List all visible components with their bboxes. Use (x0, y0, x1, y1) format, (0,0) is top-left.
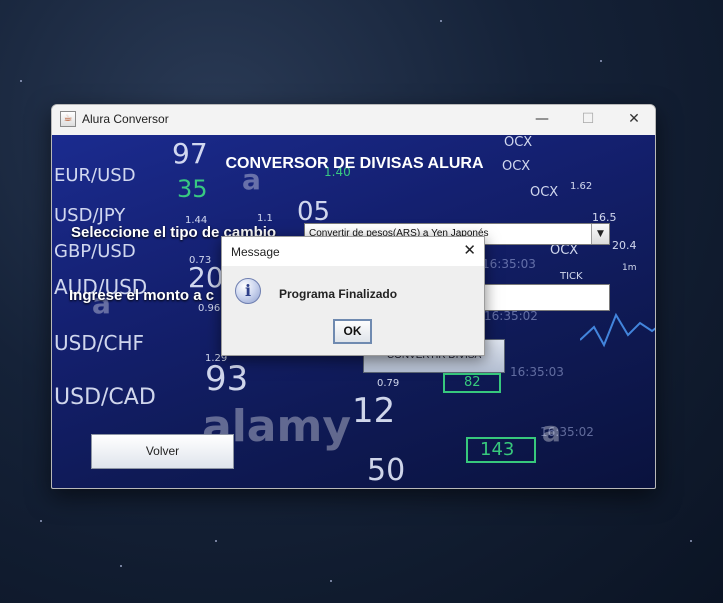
bg-number: 12 (352, 391, 396, 431)
bg-time: 16:35:02 (484, 309, 538, 323)
bg-pair: USD/JPY (54, 205, 126, 226)
star (120, 565, 122, 567)
java-coffee-icon: ☕ (60, 111, 76, 127)
bg-ticker: TICK (560, 271, 583, 282)
back-button[interactable]: Volver (91, 434, 234, 469)
window-titlebar[interactable]: ☕ Alura Conversor — ☐ ✕ (52, 105, 655, 135)
dialog-title: Message (231, 245, 280, 259)
bg-pair: GBP/USD (54, 241, 136, 262)
bg-number: 0.73 (189, 255, 212, 266)
amount-field[interactable] (482, 284, 610, 311)
alamy-watermark-mark: a (542, 415, 561, 448)
ok-button[interactable]: OK (333, 319, 372, 344)
close-button[interactable]: ✕ (611, 105, 655, 135)
amount-label: Ingrese el monto a c (69, 287, 215, 304)
star (20, 80, 22, 82)
bg-number: 1m (622, 263, 637, 273)
bg-line-graph (580, 312, 655, 348)
bg-number: 82 (464, 375, 481, 390)
bg-number: 143 (480, 439, 515, 460)
star (690, 540, 692, 542)
window-title: Alura Conversor (82, 112, 169, 126)
minimize-button[interactable]: — (519, 105, 565, 135)
bg-number: 0.79 (377, 378, 400, 389)
star (40, 520, 42, 522)
bg-time: 16:35:03 (482, 257, 536, 271)
star (440, 20, 442, 22)
bg-number: 0.96 (198, 303, 221, 314)
bg-time: 16:35:03 (510, 365, 564, 379)
chevron-down-icon[interactable]: ▼ (591, 224, 609, 244)
bg-ticker: OCX (550, 243, 579, 258)
info-icon: i (235, 278, 261, 304)
star (330, 580, 332, 582)
bg-pair: USD/CHF (54, 331, 144, 355)
page-title: CONVERSOR DE DIVISAS ALURA (225, 155, 484, 172)
bg-number: 93 (205, 359, 249, 399)
maximize-button[interactable]: ☐ (565, 105, 611, 135)
bg-number: 35 (177, 175, 208, 203)
bg-ticker: OCX (530, 185, 559, 200)
bg-ticker: OCX (504, 135, 533, 150)
bg-number: 50 (367, 453, 406, 488)
star (600, 60, 602, 62)
bg-number: 1.62 (570, 181, 593, 192)
bg-number: 1.1 (257, 213, 273, 224)
bg-number: 20.4 (612, 239, 637, 252)
dialog-message: Programa Finalizado (279, 287, 398, 301)
dialog-close-icon[interactable]: ✕ (463, 241, 476, 259)
bg-pair: USD/CAD (54, 385, 156, 410)
dialog-titlebar[interactable]: Message ✕ (222, 237, 484, 266)
message-dialog: Message ✕ i Programa Finalizado OK (221, 236, 485, 356)
star (215, 540, 217, 542)
